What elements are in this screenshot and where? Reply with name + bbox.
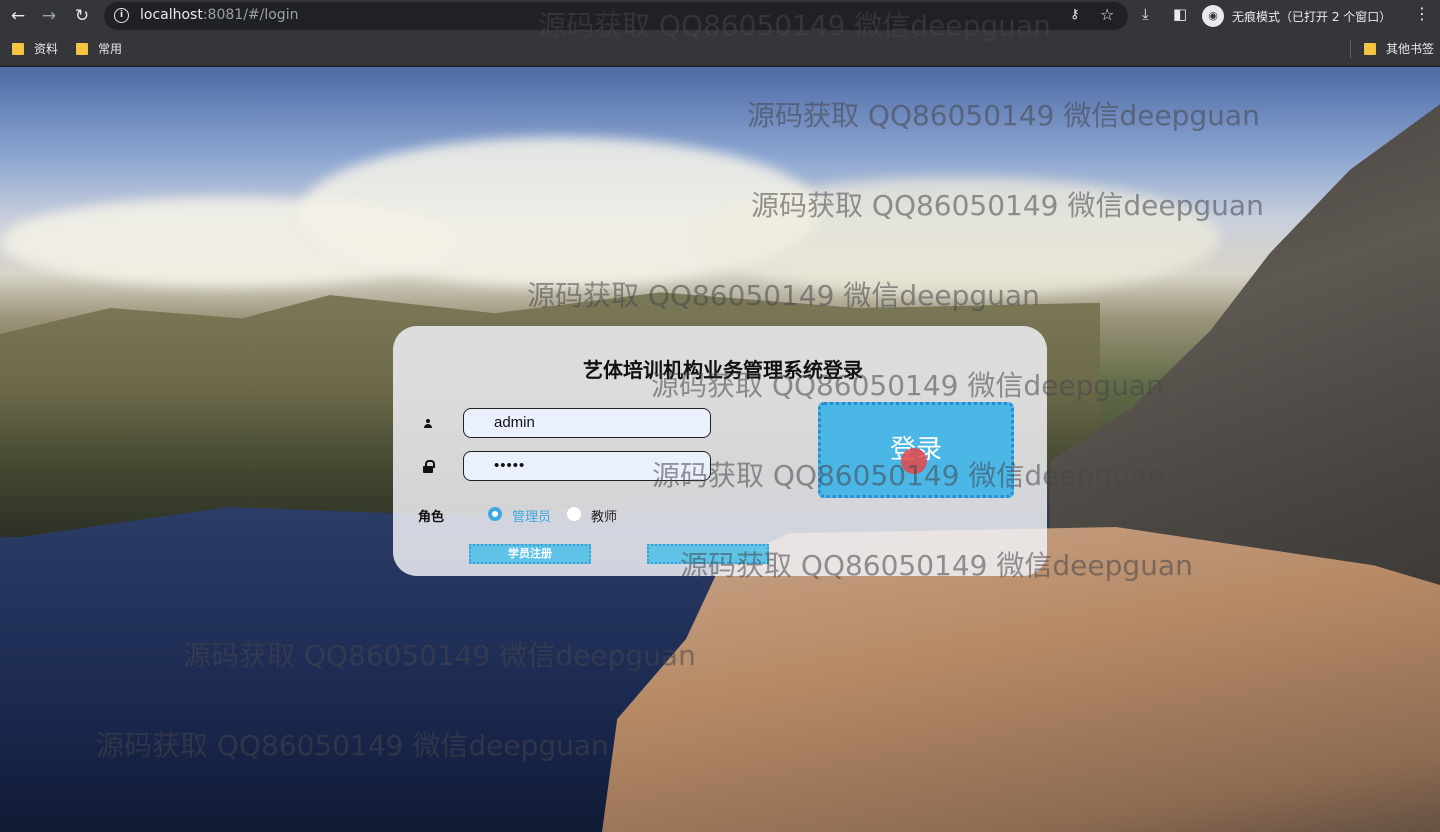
role-label: 角色 bbox=[418, 510, 445, 525]
password-input[interactable]: ••••• bbox=[463, 451, 711, 481]
login-title: 艺体培训机构业务管理系统登录 bbox=[583, 358, 863, 382]
bookmarks-separator bbox=[1350, 40, 1351, 58]
incognito-label: 无痕模式（已打开 2 个窗口） bbox=[1232, 9, 1392, 24]
reload-icon[interactable]: ↻ bbox=[70, 4, 94, 28]
password-key-icon[interactable]: ⚷ bbox=[1070, 7, 1080, 22]
radio-admin-label[interactable]: 管理员 bbox=[512, 506, 551, 525]
bookmark-folder-2[interactable]: 常用 bbox=[76, 40, 122, 57]
folder-icon bbox=[12, 42, 24, 55]
other-bookmarks[interactable]: 其他书签 bbox=[1364, 40, 1434, 57]
url-text: localhost:8081/#/login bbox=[140, 7, 299, 23]
side-panel-icon[interactable]: ◧ bbox=[1173, 5, 1187, 23]
username-input[interactable]: admin bbox=[463, 408, 711, 438]
bookmarks-bar: 资料 常用 其他书签 bbox=[0, 32, 1440, 66]
cloud bbox=[700, 177, 1220, 297]
incognito-indicator[interactable]: ◉ 无痕模式（已打开 2 个窗口） bbox=[1202, 4, 1391, 28]
browser-toolbar: ← → ↻ i localhost:8081/#/login ⚷ ☆ ⤓ ◧ ◉… bbox=[0, 0, 1440, 32]
address-bar[interactable]: i localhost:8081/#/login ⚷ ☆ bbox=[104, 2, 1128, 30]
radio-teacher[interactable] bbox=[567, 507, 581, 521]
menu-dots-icon[interactable]: ⋮ bbox=[1414, 4, 1430, 23]
forward-arrow-icon[interactable]: → bbox=[37, 4, 61, 28]
second-button[interactable] bbox=[647, 544, 769, 564]
login-card: 艺体培训机构业务管理系统登录 admin ••••• 角色 管理员 教师 登录 … bbox=[393, 326, 1047, 576]
bookmark-star-icon[interactable]: ☆ bbox=[1100, 5, 1114, 24]
folder-icon bbox=[76, 42, 88, 55]
register-button[interactable]: 学员注册 bbox=[469, 544, 591, 564]
site-info-icon[interactable]: i bbox=[114, 8, 129, 23]
back-arrow-icon[interactable]: ← bbox=[6, 4, 30, 28]
incognito-icon: ◉ bbox=[1202, 5, 1224, 27]
user-icon bbox=[421, 417, 435, 431]
folder-icon bbox=[1364, 42, 1376, 55]
bookmark-folder-1[interactable]: 资料 bbox=[12, 40, 58, 57]
radio-teacher-label[interactable]: 教师 bbox=[591, 506, 617, 525]
lock-icon bbox=[421, 460, 435, 474]
cursor-indicator bbox=[901, 448, 927, 474]
radio-admin[interactable] bbox=[488, 507, 502, 521]
download-icon[interactable]: ⤓ bbox=[1142, 5, 1149, 23]
